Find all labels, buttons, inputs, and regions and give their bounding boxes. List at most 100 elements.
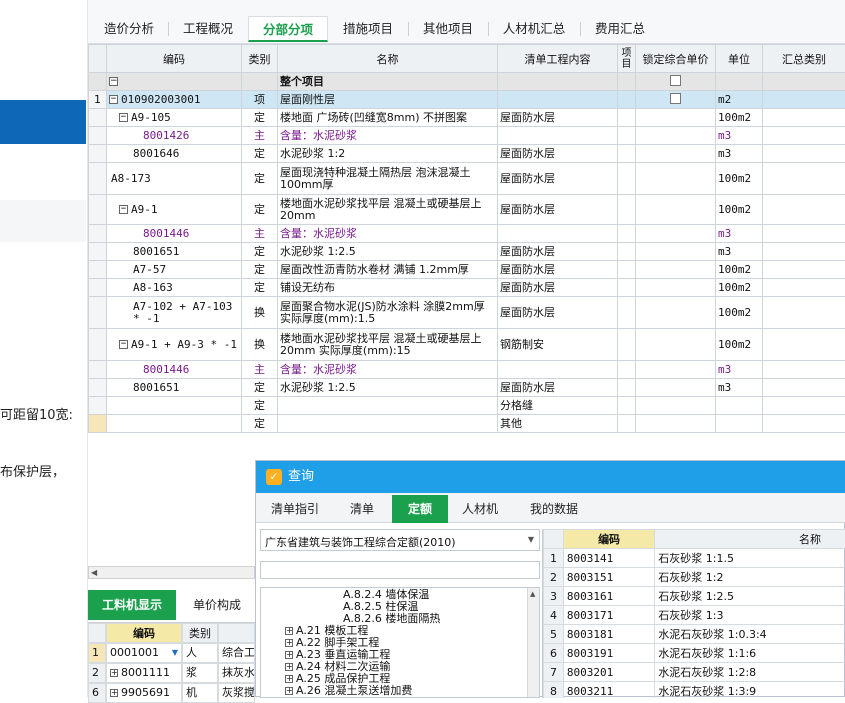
header-code[interactable]: 编码: [107, 45, 242, 73]
results-header-code[interactable]: 编码: [563, 530, 654, 549]
header-content[interactable]: 清单工程内容: [498, 45, 618, 73]
table-row[interactable]: 38003161石灰砂浆 1:2.5: [544, 587, 845, 606]
row-unit: [716, 397, 763, 415]
row-name: 屋面改性沥青防水卷材 满铺 1.2mm厚: [278, 261, 498, 279]
tab-quota[interactable]: 定额: [392, 495, 448, 523]
header-type[interactable]: 类别: [242, 45, 278, 73]
tab-labor-material-summary[interactable]: 人材机汇总: [492, 16, 576, 42]
tab-bill[interactable]: 清单: [334, 495, 390, 523]
tab-subdivision[interactable]: 分部分项: [248, 16, 328, 42]
row-code[interactable]: −A9-105: [107, 109, 242, 127]
table-row[interactable]: 8001446主含量：水泥砂浆m3: [89, 225, 845, 243]
row-code[interactable]: 8001446: [107, 225, 242, 243]
row-code[interactable]: 8001426: [107, 127, 242, 145]
tab-bill-guide[interactable]: 清单指引: [260, 495, 330, 523]
dropdown-arrow-icon[interactable]: ▼: [172, 644, 178, 662]
row-summary-type: [763, 297, 845, 329]
header-lock-price[interactable]: 锁定综合单价: [636, 45, 716, 73]
scroll-left-arrow-icon[interactable]: ◀: [91, 568, 97, 577]
table-row[interactable]: 定其他: [89, 415, 845, 433]
row-code[interactable]: +8001111: [106, 663, 182, 683]
header-unit[interactable]: 单位: [716, 45, 763, 73]
tab-cost-analysis[interactable]: 造价分析: [94, 16, 164, 42]
expand-icon[interactable]: +: [110, 669, 118, 677]
row-code[interactable]: 8001651: [107, 243, 242, 261]
tab-my-data[interactable]: 我的数据: [514, 495, 594, 523]
expand-icon[interactable]: +: [110, 689, 118, 697]
tab-other-items[interactable]: 其他项目: [412, 16, 484, 42]
table-row[interactable]: −A9-1 + A9-3 * -1换楼地面水泥砂浆找平层 混凝土或硬基层上 20…: [89, 329, 845, 361]
quota-library-select[interactable]: 广东省建筑与装饰工程综合定额(2010) ▼: [260, 529, 540, 551]
table-row[interactable]: 定分格缝: [89, 397, 845, 415]
row-code[interactable]: A8-173: [107, 163, 242, 195]
result-idx: 5: [544, 625, 564, 644]
table-row[interactable]: 58003181水泥石灰砂浆 1:0.3:4: [544, 625, 845, 644]
table-row[interactable]: 88003211水泥石灰砂浆 1:3:9: [544, 682, 845, 699]
row-content: 屋面防水层: [498, 379, 618, 397]
row-code[interactable]: 8001651: [107, 379, 242, 397]
dialog-title-bar[interactable]: ✓ 查询: [256, 461, 845, 493]
collapse-icon[interactable]: −: [119, 340, 128, 349]
tab-project-overview[interactable]: 工程概况: [172, 16, 244, 42]
table-row[interactable]: 48003171石灰砂浆 1:3: [544, 606, 845, 625]
table-row[interactable]: 68003191水泥石灰砂浆 1:1:6: [544, 644, 845, 663]
table-row[interactable]: 8001446主含量：水泥砂浆m3: [89, 361, 845, 379]
col-header-code[interactable]: 编码: [106, 623, 182, 643]
tree-scrollbar[interactable]: ▲: [527, 588, 539, 698]
header-item[interactable]: 项目: [618, 45, 636, 73]
row-code[interactable]: 0001001▼: [106, 643, 182, 663]
row-summary-type: [763, 397, 845, 415]
tab-measures[interactable]: 措施项目: [332, 16, 404, 42]
header-name[interactable]: 名称: [278, 45, 498, 73]
horizontal-scrollbar[interactable]: ◀: [88, 566, 255, 579]
table-row[interactable]: A8-173定屋面现浇特种混凝土隔热层 泡沫混凝土 100mm厚屋面防水层100…: [89, 163, 845, 195]
row-code[interactable]: 8001646: [107, 145, 242, 163]
collapse-icon[interactable]: −: [109, 95, 118, 104]
scroll-up-arrow-icon[interactable]: ▲: [530, 590, 535, 598]
table-row[interactable]: A7-102 + A7-103 * -1换屋面聚合物水泥(JS)防水涂料 涂膜2…: [89, 297, 845, 329]
row-code[interactable]: −A9-1: [107, 195, 242, 225]
table-row[interactable]: 8001426主含量：水泥砂浆m3: [89, 127, 845, 145]
table-row[interactable]: A8-163定铺设无纺布屋面防水层100m2: [89, 279, 845, 297]
row-index: [89, 195, 107, 225]
tree-item[interactable]: +A.26 混凝土泵送增加费: [285, 682, 412, 698]
col-header-type[interactable]: 类别: [182, 623, 218, 643]
row-code[interactable]: −A9-1 + A9-3 * -1: [107, 329, 242, 361]
row-code[interactable]: A7-102 + A7-103 * -1: [107, 297, 242, 329]
table-row[interactable]: 8001646定水泥砂浆 1:2屋面防水层m3: [89, 145, 845, 163]
row-code[interactable]: [107, 415, 242, 433]
table-row[interactable]: 8001651定水泥砂浆 1:2.5屋面防水层m3: [89, 379, 845, 397]
row-code-text: 8001651: [133, 381, 179, 394]
results-header-name[interactable]: 名称: [655, 530, 845, 549]
table-row[interactable]: A7-57定屋面改性沥青防水卷材 满铺 1.2mm厚屋面防水层100m2: [89, 261, 845, 279]
expand-icon[interactable]: +: [285, 687, 293, 695]
row-code[interactable]: [107, 397, 242, 415]
row-code[interactable]: A7-57: [107, 261, 242, 279]
tab-separator: [488, 22, 489, 36]
tab-unit-price-composition[interactable]: 单价构成: [182, 590, 252, 620]
table-row[interactable]: 8001651定水泥砂浆 1:2.5屋面防水层m3: [89, 243, 845, 261]
table-row[interactable]: 1−010902003001项屋面刚性层m2: [89, 91, 845, 109]
quota-search-input[interactable]: [260, 561, 540, 579]
row-unit: 100m2: [716, 261, 763, 279]
collapse-icon[interactable]: −: [109, 77, 118, 86]
row-code[interactable]: −010902003001: [107, 91, 242, 109]
row-code[interactable]: A8-163: [107, 279, 242, 297]
collapse-icon[interactable]: −: [119, 205, 128, 214]
tab-labor-material[interactable]: 人材机: [450, 495, 510, 523]
lock-price-checkbox[interactable]: [670, 75, 681, 86]
row-code[interactable]: +9905691: [106, 683, 182, 703]
table-row[interactable]: 78003201水泥石灰砂浆 1:2:8: [544, 663, 845, 682]
table-row[interactable]: −A9-1定楼地面水泥砂浆找平层 混凝土或硬基层上 20mm屋面防水层100m2: [89, 195, 845, 225]
whole-project-row[interactable]: − 整个项目: [89, 73, 845, 91]
table-row[interactable]: −A9-105定楼地面 广场砖(凹缝宽8mm) 不拼图案屋面防水层100m2: [89, 109, 845, 127]
row-code-text: A7-102 + A7-103 * -1: [133, 300, 232, 325]
tab-fee-summary[interactable]: 费用汇总: [584, 16, 656, 42]
collapse-icon[interactable]: −: [119, 113, 128, 122]
header-summary-type[interactable]: 汇总类别: [763, 45, 845, 73]
table-row[interactable]: 28003151石灰砂浆 1:2: [544, 568, 845, 587]
row-code[interactable]: 8001446: [107, 361, 242, 379]
table-row[interactable]: 18003141石灰砂浆 1:1.5: [544, 549, 845, 568]
tab-labor-material-display[interactable]: 工料机显示: [88, 590, 176, 620]
lock-price-checkbox[interactable]: [670, 93, 681, 104]
